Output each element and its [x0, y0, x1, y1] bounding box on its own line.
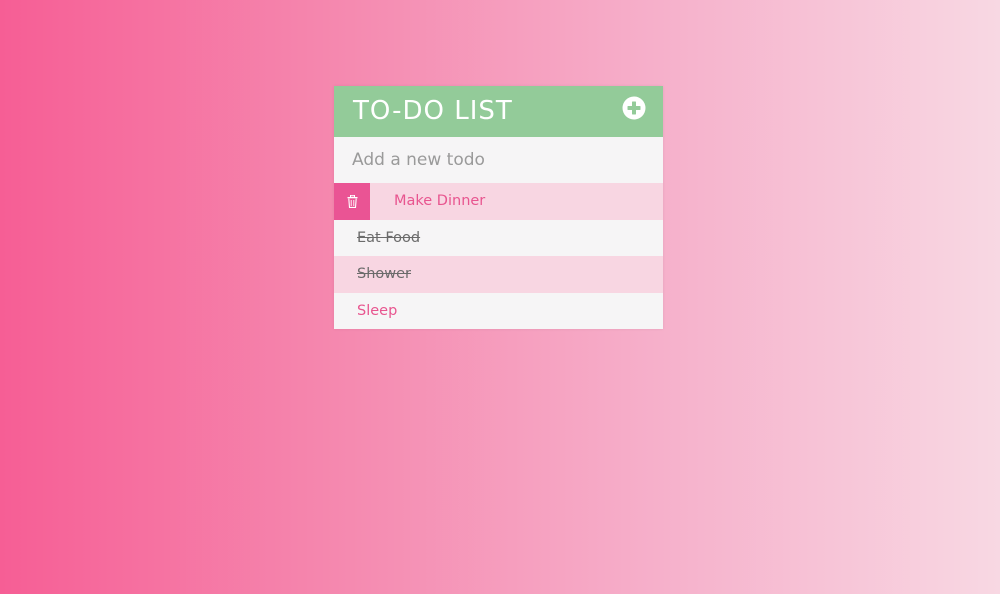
todo-item-label: Shower	[357, 266, 412, 282]
add-todo-button[interactable]	[622, 96, 646, 120]
todo-item[interactable]: Sleep	[334, 292, 663, 329]
todo-header: TO-DO LIST	[334, 86, 663, 137]
trash-icon	[347, 194, 357, 208]
page-title: TO-DO LIST	[353, 96, 513, 126]
todo-item-label: Eat Food	[357, 229, 421, 246]
todo-item[interactable]: Make Dinner	[334, 183, 663, 220]
todo-item-label: Sleep	[357, 302, 398, 319]
plus-circle-icon	[622, 96, 646, 120]
todo-item-label: Make Dinner	[394, 193, 486, 209]
todo-list: Make Dinner Eat Food Shower Sleep	[334, 183, 663, 329]
todo-item[interactable]: Shower	[334, 256, 663, 293]
delete-todo-button[interactable]	[334, 183, 370, 220]
todo-item[interactable]: Eat Food	[334, 219, 663, 256]
new-todo-input[interactable]	[334, 137, 663, 183]
todo-card: TO-DO LIST Make Dinner	[334, 86, 663, 329]
